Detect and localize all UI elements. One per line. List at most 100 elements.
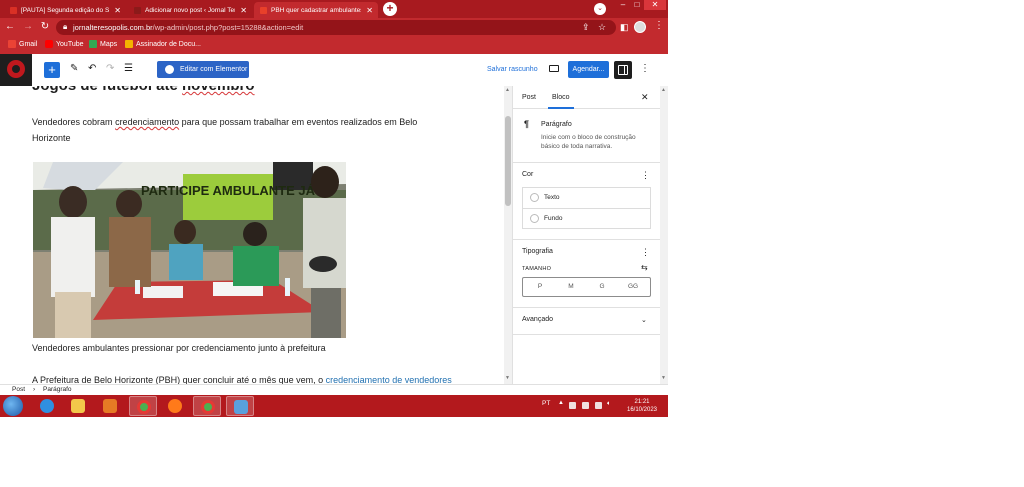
maps-icon xyxy=(89,40,97,48)
scrollbar-thumb[interactable] xyxy=(505,116,511,206)
profile-avatar[interactable] xyxy=(634,21,646,33)
forward-arrow-icon[interactable]: → xyxy=(22,21,34,33)
breadcrumb-paragraph[interactable]: Parágrafo xyxy=(43,386,72,393)
taskbar-app[interactable] xyxy=(226,396,254,416)
settings-panel-toggle-icon[interactable] xyxy=(614,61,632,79)
tray-expand-icon[interactable]: ▲ xyxy=(558,400,564,406)
volume-icon[interactable]: 🔈︎ xyxy=(607,400,611,408)
taskbar-media[interactable] xyxy=(96,396,124,416)
close-sidebar-icon[interactable]: ✕ xyxy=(641,92,649,103)
battery-icon[interactable] xyxy=(582,402,589,409)
scroll-up-icon[interactable]: ▲ xyxy=(661,87,666,93)
site-logo[interactable] xyxy=(0,54,32,86)
size-option-p[interactable]: P xyxy=(524,283,556,290)
editor-canvas: Jogos de futebol até novembro Vendedores… xyxy=(0,86,512,384)
size-option-gg[interactable]: GG xyxy=(617,283,649,290)
network-icon[interactable] xyxy=(595,402,602,409)
preview-laptop-icon[interactable] xyxy=(549,65,559,72)
save-draft-button[interactable]: Salvar rascunho xyxy=(487,66,538,73)
language-indicator[interactable]: PT xyxy=(542,400,550,407)
browser-toolbar: ← → ↻ 🔒︎ jornalteresopolis.com.br/wp-adm… xyxy=(0,18,668,37)
image-block[interactable]: PARTICIPE AMBULANTE JÁ xyxy=(33,162,346,338)
redo-icon[interactable]: ↷ xyxy=(106,63,114,74)
back-arrow-icon[interactable]: ← xyxy=(4,21,16,33)
custom-size-sliders-icon[interactable]: ⇆ xyxy=(641,263,648,272)
document-icon xyxy=(125,40,133,48)
start-button[interactable] xyxy=(3,396,23,416)
maximize-icon[interactable]: □ xyxy=(630,0,644,10)
browser-tab-1[interactable]: [PAUTA] Segunda edição do Sext ✕ xyxy=(4,2,126,18)
paragraph-icon: ¶ xyxy=(524,119,530,129)
options-menu-icon[interactable]: ⋮ xyxy=(640,63,650,74)
color-options-icon[interactable]: ⋮ xyxy=(641,170,650,181)
advanced-heading: Avançado xyxy=(522,316,554,323)
bookmark-star-icon[interactable]: ☆ xyxy=(598,22,606,33)
breadcrumb-post[interactable]: Post xyxy=(12,386,25,393)
reload-icon[interactable]: ↻ xyxy=(39,21,51,33)
paragraph-block[interactable]: A Prefeitura de Belo Horizonte (PBH) que… xyxy=(32,372,502,384)
close-tab-icon[interactable]: ✕ xyxy=(114,6,121,15)
system-clock[interactable]: 21:21 16/10/2023 xyxy=(622,398,662,414)
taskbar-chrome-1[interactable] xyxy=(129,396,157,416)
background-color-option[interactable]: Fundo xyxy=(523,209,650,229)
typography-panel: Tipografia ⋮ TAMANHO ⇆ P M G GG xyxy=(513,239,661,308)
document-overview-icon[interactable]: ☰ xyxy=(124,63,133,74)
bookmark-assinador[interactable]: Assinador de Docu... xyxy=(125,40,201,48)
close-tab-icon[interactable]: ✕ xyxy=(366,6,373,15)
schedule-button[interactable]: Agendar... xyxy=(568,61,609,78)
youtube-icon xyxy=(45,40,53,48)
window-app-icon xyxy=(234,400,248,414)
color-panel: Cor ⋮ Texto Fundo xyxy=(513,162,661,240)
elementor-icon xyxy=(165,65,174,74)
new-tab-button[interactable]: + xyxy=(383,2,397,16)
wp-editor-toolbar: + ✎ ↶ ↷ ☰ Editar com Elementor Salvar ra… xyxy=(0,54,668,87)
close-tab-icon[interactable]: ✕ xyxy=(240,6,247,15)
os-taskbar: PT ▲ 🔈︎ 21:21 16/10/2023 xyxy=(0,395,668,417)
block-name: Parágrafo xyxy=(541,121,572,128)
close-window-icon[interactable]: ✕ xyxy=(644,0,666,10)
size-option-g[interactable]: G xyxy=(586,283,618,290)
bookmark-maps[interactable]: Maps xyxy=(89,40,117,48)
tab-post[interactable]: Post xyxy=(522,94,536,101)
side-panel-icon[interactable]: ◧ xyxy=(620,22,629,33)
font-size-picker: P M G GG xyxy=(522,277,651,297)
photo-illustration: PARTICIPE AMBULANTE JÁ xyxy=(33,162,346,338)
editor-scrollbar[interactable]: ▲ ▼ xyxy=(504,86,512,384)
taskbar-ie[interactable] xyxy=(33,396,61,416)
scroll-up-icon[interactable]: ▲ xyxy=(505,87,510,93)
bookmark-gmail[interactable]: Gmail xyxy=(8,40,37,48)
share-icon[interactable]: ⇪ xyxy=(582,22,590,33)
advanced-panel[interactable]: Avançado ⌄ xyxy=(513,307,661,335)
chrome-icon xyxy=(201,400,215,414)
chevron-down-icon[interactable]: ⌄ xyxy=(641,316,647,324)
sidebar-scrollbar[interactable]: ▲ ▼ xyxy=(660,86,668,384)
address-bar[interactable]: 🔒︎ jornalteresopolis.com.br/wp-admin/pos… xyxy=(56,20,616,35)
browser-tab-2[interactable]: Adicionar novo post ‹ Jornal Tere ✕ xyxy=(128,2,252,18)
post-title[interactable]: Jogos de futebol até novembro xyxy=(32,86,255,94)
typography-options-icon[interactable]: ⋮ xyxy=(641,247,650,258)
tab-search-chevron-icon[interactable]: ⌄ xyxy=(594,3,606,15)
browser-tab-3-active[interactable]: PBH quer cadastrar ambulantes p ✕ xyxy=(254,2,378,18)
taskbar-explorer[interactable] xyxy=(64,396,92,416)
taskbar-chrome-2[interactable] xyxy=(193,396,221,416)
taskbar-firefox[interactable] xyxy=(161,396,189,416)
tab-block[interactable]: Bloco xyxy=(548,94,573,109)
edit-with-elementor-button[interactable]: Editar com Elementor xyxy=(157,61,249,78)
color-swatch-icon xyxy=(530,214,539,223)
flag-icon[interactable] xyxy=(569,402,576,409)
size-option-m[interactable]: M xyxy=(555,283,587,290)
browser-menu-icon[interactable]: ⋮ xyxy=(654,20,664,31)
paragraph-block[interactable]: Vendedores cobram credenciamento para qu… xyxy=(32,114,452,146)
text-color-option[interactable]: Texto xyxy=(523,188,650,209)
pencil-tools-icon[interactable]: ✎ xyxy=(70,63,78,74)
undo-icon[interactable]: ↶ xyxy=(88,63,96,74)
site-favicon-icon xyxy=(260,6,267,14)
add-block-button[interactable]: + xyxy=(44,62,60,78)
bookmark-youtube[interactable]: YouTube xyxy=(45,40,84,48)
minimize-icon[interactable]: – xyxy=(616,0,630,10)
media-player-icon xyxy=(103,399,117,413)
scroll-down-icon[interactable]: ▼ xyxy=(505,375,510,381)
color-swatch-icon xyxy=(530,193,539,202)
scroll-down-icon[interactable]: ▼ xyxy=(661,375,666,381)
image-caption[interactable]: Vendedores ambulantes pressionar por cre… xyxy=(32,343,326,353)
